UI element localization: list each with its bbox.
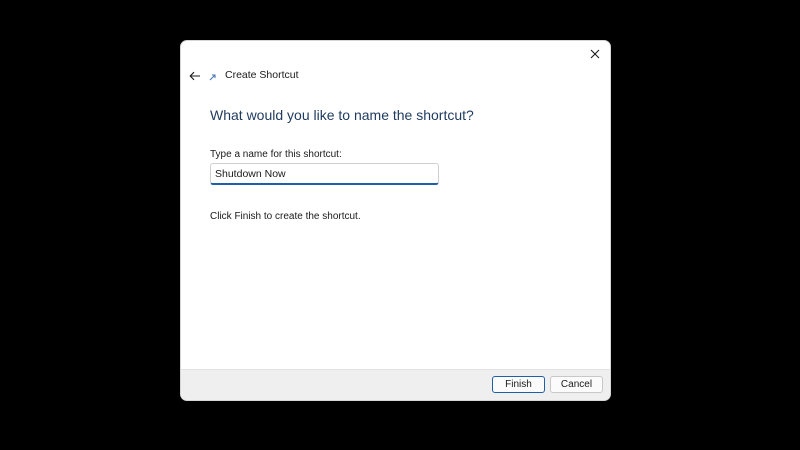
create-shortcut-dialog: Create Shortcut What would you like to n… (180, 40, 611, 401)
dialog-footer: Finish Cancel (181, 369, 610, 400)
close-icon (590, 49, 600, 59)
shortcut-name-input[interactable] (210, 163, 439, 185)
close-button[interactable] (584, 43, 606, 65)
shortcut-arrow-icon (209, 74, 216, 81)
shortcut-name-label: Type a name for this shortcut: (210, 149, 342, 160)
window-title: Create Shortcut (225, 69, 299, 81)
back-arrow-icon (189, 71, 200, 81)
finish-hint: Click Finish to create the shortcut. (210, 211, 361, 222)
cancel-button[interactable]: Cancel (550, 376, 603, 393)
finish-button[interactable]: Finish (492, 376, 545, 393)
back-button[interactable] (185, 67, 205, 85)
page-heading: What would you like to name the shortcut… (210, 107, 474, 123)
